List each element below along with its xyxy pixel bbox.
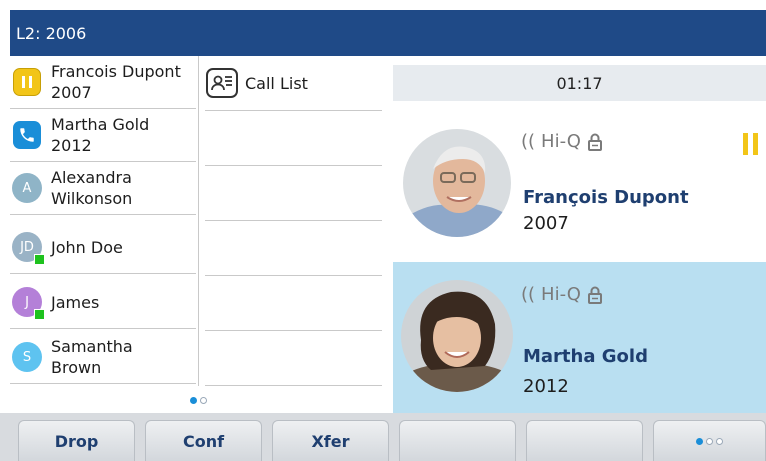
line-key-name: Martha Gold <box>51 115 150 134</box>
line-key-name-2: Wilkonson <box>51 189 133 208</box>
caller-name: François Dupont <box>523 187 689 208</box>
line-key-samantha-brown[interactable]: S Samantha Brown <box>10 331 196 384</box>
hold-icon <box>12 67 42 97</box>
call-card-active[interactable]: (( Hi-Q Martha Gold 2012 <box>393 262 766 413</box>
hiq-label: Hi-Q <box>541 131 581 152</box>
empty-softkey[interactable] <box>399 420 516 461</box>
line-key-name: Samantha <box>51 337 133 356</box>
page-dot <box>200 397 207 404</box>
line-key-number: 2012 <box>51 136 92 155</box>
line-title: L2: 2006 <box>16 23 87 43</box>
line-key-list: Francois Dupont 2007 Martha Gold 2012 A … <box>10 56 196 408</box>
call-area: 01:17 (( Hi-Q François Dupont 2007 ((Hi… <box>393 56 766 413</box>
call-list-icon <box>206 68 238 98</box>
call-timer: 01:17 <box>393 65 766 101</box>
drop-button[interactable]: Drop <box>18 420 135 461</box>
line-key-martha-gold[interactable]: Martha Gold 2012 <box>10 109 196 162</box>
contact-avatar: A <box>12 173 42 203</box>
line-key-name: James <box>51 292 100 312</box>
hiq-label: Hi-Q <box>541 284 581 305</box>
lock-icon <box>587 286 602 304</box>
contact-avatar: J <box>12 287 45 320</box>
hiq-audio-indicator: (( Hi-Q <box>521 131 603 152</box>
line-key-number: 2007 <box>51 83 92 102</box>
page-dot <box>706 437 713 445</box>
line-key-alexandra-wilkonson[interactable]: A Alexandra Wilkonson <box>10 162 196 215</box>
column-divider <box>198 56 199 386</box>
softkey-bar: Drop Conf Xfer <box>0 413 766 461</box>
handset-icon <box>12 120 42 150</box>
line-key-francois-dupont[interactable]: Francois Dupont 2007 <box>10 56 196 109</box>
avatar-letter: A <box>12 173 42 203</box>
empty-line-key[interactable] <box>205 331 382 386</box>
page-dot-active <box>190 397 197 404</box>
line-key-name-2: Brown <box>51 358 102 377</box>
empty-line-key[interactable] <box>205 221 382 276</box>
line-key-name: Francois Dupont <box>51 62 181 81</box>
caller-photo <box>403 129 511 237</box>
line-key-name: Alexandra <box>51 168 132 187</box>
conf-button[interactable]: Conf <box>145 420 262 461</box>
hiq-audio-indicator: (( Hi-Q <box>521 284 603 305</box>
softkey-page-indicator <box>696 437 723 445</box>
presence-online-icon <box>34 309 45 320</box>
caller-name: Martha Gold <box>523 346 648 367</box>
avatar-letter: S <box>12 342 42 372</box>
line-key-list-middle: Call List <box>205 56 382 386</box>
empty-line-key[interactable] <box>205 166 382 221</box>
page-dot <box>716 437 723 445</box>
empty-line-key[interactable] <box>205 111 382 166</box>
empty-softkey[interactable] <box>526 420 643 461</box>
xfer-button[interactable]: Xfer <box>272 420 389 461</box>
page-dot-active <box>696 437 703 445</box>
more-softkeys-button[interactable] <box>653 420 766 461</box>
line-key-james[interactable]: J James <box>10 276 196 329</box>
lock-icon <box>587 133 602 151</box>
presence-online-icon <box>34 254 45 265</box>
call-card-held[interactable]: (( Hi-Q François Dupont 2007 <box>393 101 766 262</box>
hiq-audio-icon: (( <box>521 284 536 305</box>
caller-number: 2012 <box>523 376 569 397</box>
caller-number: 2007 <box>523 213 569 234</box>
contact-avatar: S <box>12 342 42 372</box>
call-list-label: Call List <box>245 73 308 93</box>
line-key-name: John Doe <box>51 237 123 257</box>
line-key-john-doe[interactable]: JD John Doe <box>10 221 196 274</box>
caller-photo <box>401 280 513 392</box>
empty-line-key[interactable] <box>205 276 382 331</box>
title-bar: L2: 2006 <box>10 10 766 56</box>
hold-status-icon <box>743 133 758 155</box>
contact-avatar: JD <box>12 232 45 265</box>
page-indicator <box>190 397 207 404</box>
call-list-key[interactable]: Call List <box>205 56 382 111</box>
hiq-audio-icon: (( <box>521 131 536 152</box>
